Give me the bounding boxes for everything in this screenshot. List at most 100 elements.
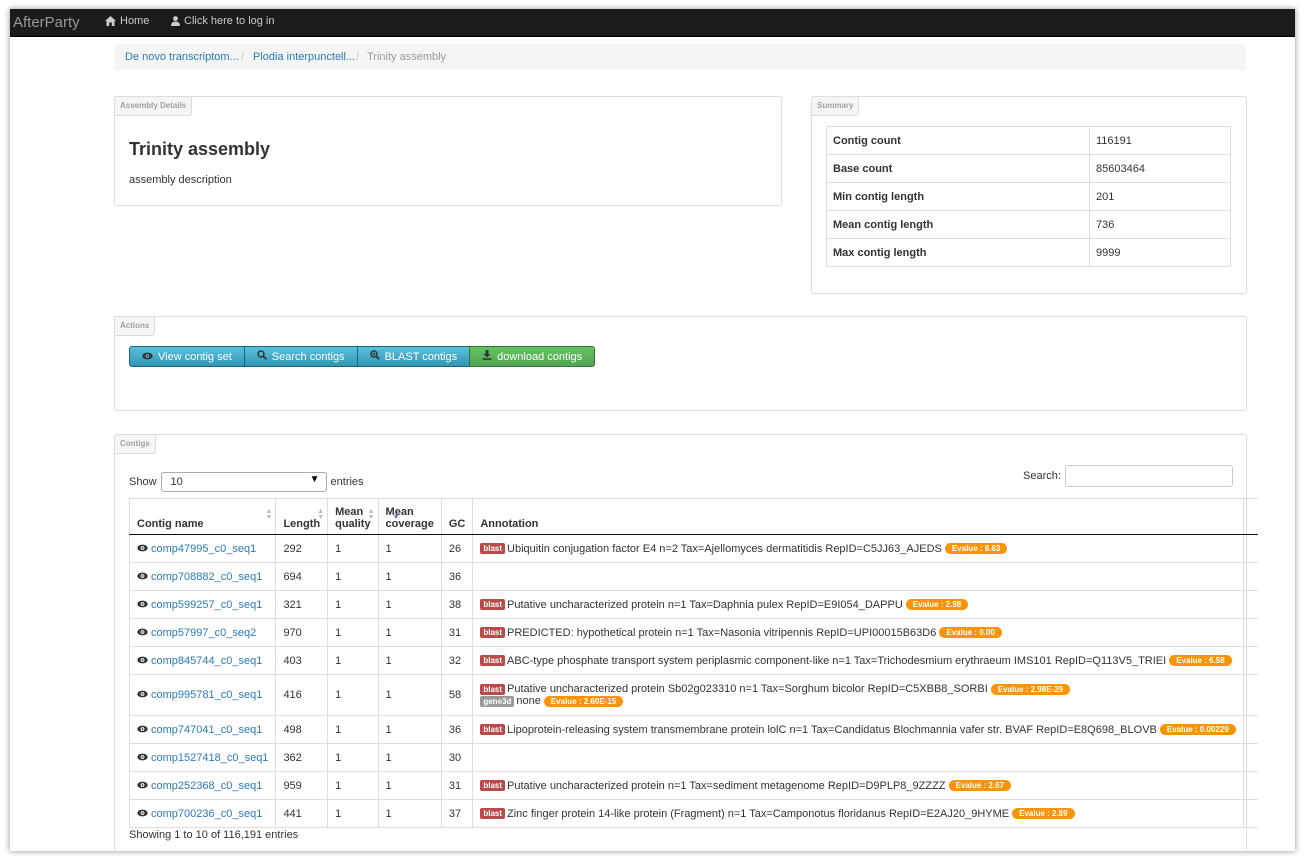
- contig-name-link[interactable]: comp708882_c0_seq1: [151, 571, 262, 583]
- brand-logo[interactable]: AfterParty: [13, 14, 80, 31]
- annotation-text: none: [516, 695, 541, 707]
- annotation-text: PREDICTED: hypothetical protein n=1 Tax=…: [507, 626, 937, 639]
- assembly-description: assembly description: [129, 174, 232, 186]
- annotation-cell: blast Zinc finger protein 14-like protein…: [472, 799, 1244, 828]
- annotation-type-badge: blast: [480, 780, 506, 792]
- quality-cell: 1: [327, 771, 379, 800]
- blast-contigs-label: BLAST contigs: [384, 350, 458, 363]
- contig-name-link[interactable]: comp995781_c0_seq1: [151, 689, 262, 701]
- annotation-entry: blast Lipoprotein-releasing system transm…: [480, 724, 1236, 736]
- contigs-panel: Contigs Show 10 ▼ entries Search: Contig…: [114, 434, 1258, 851]
- quality-cell: 1: [327, 799, 379, 828]
- length-cell: 321: [275, 590, 328, 619]
- quality-cell: 1: [327, 715, 379, 744]
- summary-key: Base count: [826, 154, 1090, 183]
- length-cell: 441: [275, 799, 328, 828]
- eye-icon: [137, 689, 148, 701]
- view-contig-set-button[interactable]: View contig set: [129, 346, 245, 367]
- panel-tag: Assembly Details: [114, 96, 193, 116]
- annotation-type-badge: blast: [480, 543, 506, 555]
- evalue-badge: Evalue : 2.60E-15: [543, 695, 624, 707]
- breadcrumb-item-sample[interactable]: Plodia interpunctell...: [253, 51, 355, 63]
- annotation-text: ABC-type phosphate transport system peri…: [507, 654, 1167, 667]
- sort-icon: ▲ ▼: [265, 508, 273, 521]
- contig-name-link[interactable]: comp57997_c0_seq2: [151, 627, 256, 639]
- annotation-type-badge: blast: [480, 655, 506, 667]
- breadcrumb-item-study[interactable]: De novo transcriptom...: [125, 51, 239, 63]
- actions-panel: Actions View contig set Search contigs B…: [114, 316, 1247, 411]
- nav-login-label: Click here to log in: [184, 15, 275, 27]
- eye-icon: [142, 351, 153, 363]
- evalue-badge: Evalue : 0.00: [939, 627, 1002, 639]
- annotation-cell: blast PREDICTED: hypothetical protein n=1…: [472, 618, 1244, 647]
- length-cell: 694: [275, 562, 328, 591]
- summary-row: Contig count 116191: [826, 126, 1231, 155]
- view-contig-set-label: View contig set: [158, 350, 232, 363]
- contig-name-link[interactable]: comp252368_c0_seq1: [151, 780, 262, 792]
- quality-cell: 1: [327, 618, 379, 647]
- search-input[interactable]: [1064, 465, 1233, 487]
- extra-cell: [1242, 799, 1258, 828]
- search-contigs-button[interactable]: Search contigs: [243, 346, 358, 367]
- gc-cell: 26: [440, 534, 473, 563]
- download-contigs-label: download contigs: [497, 350, 583, 363]
- contig-name-link[interactable]: comp700236_c0_seq1: [151, 808, 262, 820]
- eye-icon: [137, 780, 148, 792]
- contig-name-link[interactable]: comp845744_c0_seq1: [151, 655, 262, 667]
- annotation-type-badge: blast: [480, 627, 506, 639]
- assembly-details-panel: Assembly Details Trinity assembly assemb…: [114, 96, 782, 206]
- table-info: Showing 1 to 10 of 116,191 entries: [129, 829, 299, 841]
- coverage-cell: 1: [377, 590, 442, 619]
- coverage-cell: 1: [377, 674, 442, 716]
- contig-name-link[interactable]: comp47995_c0_seq1: [151, 543, 256, 555]
- zoom-in-icon: [369, 350, 380, 363]
- column-header-label: Mean quality: [335, 506, 371, 530]
- summary-panel: Summary Contig count 116191 Base count 8560…: [811, 96, 1247, 294]
- eye-icon: [137, 543, 148, 555]
- annotation-cell: blast Ubiquitin conjugation factor E4 n=2…: [472, 534, 1244, 563]
- breadcrumb-separator: /: [356, 51, 360, 63]
- length-cell: 292: [275, 534, 328, 563]
- column-header-contig-name[interactable]: Contig name ▲ ▼: [128, 498, 276, 535]
- show-label: Show: [129, 476, 157, 488]
- column-header-gc[interactable]: GC: [440, 498, 473, 535]
- page-size-select[interactable]: 10 ▼: [160, 472, 327, 492]
- annotation-cell: blast Putative uncharacterized protein n=…: [472, 771, 1244, 800]
- column-header-mean-coverage[interactable]: Mean coverage ▼: [377, 498, 442, 535]
- actions-button-group: View contig set Search contigs BLAST con…: [129, 346, 596, 367]
- sort-desc-icon: ▼: [392, 514, 400, 521]
- blast-contigs-button[interactable]: BLAST contigs: [356, 346, 471, 367]
- extra-cell: [1242, 618, 1258, 647]
- caret-down-icon: ▼: [309, 474, 320, 485]
- nav-home[interactable]: Home: [105, 15, 149, 27]
- nav-home-label: Home: [120, 15, 150, 27]
- gc-cell: 37: [440, 799, 473, 828]
- contig-name-link[interactable]: comp599257_c0_seq1: [151, 599, 262, 611]
- panel-tag: Contigs: [114, 434, 156, 454]
- gc-cell: 38: [440, 590, 473, 619]
- contig-name-link[interactable]: comp1527418_c0_seq1: [151, 752, 268, 764]
- column-header-mean-quality[interactable]: Mean quality ▲ ▼: [327, 498, 379, 535]
- eye-icon: [137, 571, 148, 583]
- table-row: comp845744_c0_seq1 403 1 1 32 blast ABC-type p…: [128, 646, 1258, 675]
- search-contigs-label: Search contigs: [271, 350, 345, 363]
- nav-login[interactable]: Click here to log in: [171, 15, 275, 27]
- contig-name-link[interactable]: comp747041_c0_seq1: [151, 724, 262, 736]
- table-row: comp1527418_c0_seq1 362 1 1 30: [128, 743, 1258, 772]
- evalue-badge: Evalue : 2.98E-29: [990, 683, 1071, 695]
- gc-cell: 36: [440, 715, 473, 744]
- contig-name-cell: comp599257_c0_seq1: [128, 590, 276, 619]
- extra-cell: [1242, 771, 1258, 800]
- summary-key: Max contig length: [826, 238, 1090, 267]
- coverage-cell: 1: [377, 618, 442, 647]
- column-header-length[interactable]: Length ▲ ▼: [275, 498, 328, 535]
- evalue-badge: Evalue : 2.67: [948, 780, 1012, 792]
- panel-tag: Summary: [811, 96, 860, 116]
- table-row: comp47995_c0_seq1 292 1 1 26 blast Ubiquitin c…: [128, 534, 1258, 563]
- length-cell: 970: [275, 618, 328, 647]
- eye-icon: [137, 599, 148, 611]
- download-contigs-button[interactable]: download contigs: [469, 346, 596, 367]
- contig-name-cell: comp708882_c0_seq1: [128, 562, 276, 591]
- annotation-cell: blast Putative uncharacterized protein Sb…: [472, 674, 1244, 716]
- contig-name-cell: comp700236_c0_seq1: [128, 799, 276, 828]
